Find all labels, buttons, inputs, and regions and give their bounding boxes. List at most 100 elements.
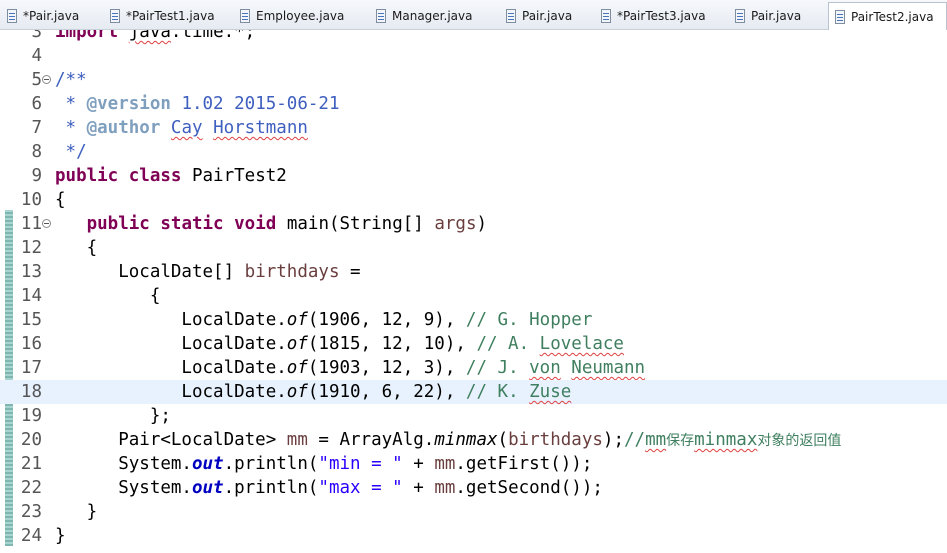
code-token: @version (86, 94, 171, 114)
code-line[interactable]: 17 LocalDate.of(1903, 12, 3), // J. von … (0, 356, 947, 380)
code-line[interactable]: 16 LocalDate.of(1815, 12, 10), // A. Lov… (0, 332, 947, 356)
code-line[interactable]: 19 }; (0, 404, 947, 428)
line-number: 9 (31, 166, 42, 186)
code-line[interactable]: 15 LocalDate.of(1906, 12, 9), // G. Hopp… (0, 308, 947, 332)
line-number: 22 (20, 478, 42, 498)
code-token: ); (602, 430, 624, 450)
code-token: of (286, 382, 308, 402)
code-token: ( (497, 430, 509, 450)
code-token: = ArrayAlg. (307, 430, 435, 450)
code-token: } (55, 526, 66, 546)
code-line[interactable]: 3 import java.time.*; (0, 30, 947, 44)
editor-tab-bar: *Pair.java *PairTest1.java Employee.java Ma… (0, 0, 947, 30)
java-file-icon (835, 9, 845, 24)
code-token: // K. (465, 382, 530, 402)
code-token: "max = " (318, 478, 403, 498)
java-file-icon (7, 9, 17, 23)
code-line[interactable]: 6 * @version 1.02 2015-06-21 (0, 92, 947, 116)
code-token: minmax (694, 430, 758, 450)
code-text: * @version 1.02 2015-06-21 (55, 92, 340, 116)
code-token: static (160, 214, 224, 234)
fold-toggle-icon[interactable] (42, 219, 51, 228)
code-token: (1906, 12, 9), (307, 310, 466, 330)
line-number: 15 (20, 310, 42, 330)
line-number: 6 (31, 94, 42, 114)
code-line[interactable]: 5 /** (0, 68, 947, 92)
tab-3[interactable]: Manager.java (370, 3, 500, 29)
code-token: Horstmann (213, 118, 308, 138)
code-token: 对象的返回值 (757, 433, 842, 449)
code-token: 保存 (666, 433, 695, 449)
line-number: 3 (31, 30, 42, 42)
code-text: } (55, 524, 66, 548)
code-token: // (623, 430, 646, 450)
code-token: Lovelace (539, 334, 624, 354)
code-token: of (286, 334, 308, 354)
code-token: Neumann (571, 358, 646, 378)
code-text: { (55, 188, 66, 212)
line-number: 18 (20, 382, 42, 402)
tab-label: PairTest2.java (851, 9, 934, 24)
tab-1[interactable]: *PairTest1.java (104, 3, 234, 29)
code-token: .getFirst()); (455, 454, 593, 474)
code-editor[interactable]: 3 import java.time.*; 4 5/** 6 * @version 1.… (0, 30, 947, 553)
code-text: public class PairTest2 (55, 164, 287, 188)
code-line[interactable]: 20 Pair<LocalDate> mm = ArrayAlg.minmax(… (0, 428, 947, 452)
code-text: public static void main(String[] args) (55, 212, 487, 236)
tab-4[interactable]: Pair.java (500, 3, 595, 29)
code-text: import java.time.*; (55, 30, 255, 44)
tab-0[interactable]: *Pair.java (1, 3, 104, 29)
code-line[interactable]: 14 { (0, 284, 947, 308)
code-line[interactable]: 8 */ (0, 140, 947, 164)
code-token: of (286, 310, 308, 330)
code-token: LocalDate. (55, 382, 287, 402)
line-number: 8 (31, 142, 42, 162)
code-token: Zuse (529, 382, 572, 402)
code-line[interactable]: 13 LocalDate[] birthdays = (0, 260, 947, 284)
code-token: .println( (223, 478, 319, 498)
code-token: mm (645, 430, 667, 450)
code-token: von (529, 358, 561, 378)
code-text: LocalDate[] birthdays = (55, 260, 360, 284)
code-token: public (55, 166, 119, 186)
line-number: 13 (20, 262, 42, 282)
code-line[interactable]: 21 System.out.println("min = " + mm.getF… (0, 452, 947, 476)
code-text: LocalDate.of(1903, 12, 3), // J. von Neu… (55, 356, 645, 380)
code-line[interactable]: 4 (0, 44, 947, 68)
code-token: minmax (434, 430, 498, 450)
code-token: + (402, 454, 435, 474)
tab-2[interactable]: Employee.java (234, 3, 370, 29)
tab-6[interactable]: Pair.java (729, 3, 828, 29)
code-line[interactable]: 9 public class PairTest2 (0, 164, 947, 188)
tab-label: *Pair.java (23, 9, 80, 23)
code-line[interactable]: 12 { (0, 236, 947, 260)
code-text: */ (55, 140, 87, 164)
fold-toggle-icon[interactable] (42, 75, 51, 84)
code-line[interactable]: 10 { (0, 188, 947, 212)
code-token: System. (55, 478, 192, 498)
code-token: out (191, 454, 224, 474)
code-line[interactable]: 22 System.out.println("max = " + mm.getS… (0, 476, 947, 500)
tab-label: Employee.java (256, 9, 345, 23)
code-token: { (55, 238, 98, 258)
tab-5[interactable]: *PairTest3.java (595, 3, 729, 29)
code-line[interactable]: 24} (0, 524, 947, 548)
code-line[interactable]: 7 * @author Cay Horstmann (0, 116, 947, 140)
tab-7[interactable]: PairTest2.java (828, 2, 947, 30)
code-token: * (55, 94, 87, 114)
code-token: } (55, 502, 98, 522)
line-number: 10 (20, 190, 42, 210)
java-file-icon (506, 9, 516, 23)
code-token: * (55, 118, 87, 138)
code-line[interactable]: 18 LocalDate.of(1910, 6, 22), // K. Zuse (0, 380, 947, 404)
line-number: 14 (20, 286, 42, 306)
code-text: LocalDate.of(1910, 6, 22), // K. Zuse (55, 380, 571, 404)
java-file-icon (735, 9, 745, 23)
code-line[interactable]: 23 } (0, 500, 947, 524)
code-line[interactable]: 11 public static void main(String[] args… (0, 212, 947, 236)
java-file-icon (376, 9, 386, 23)
tab-label: *PairTest3.java (617, 9, 706, 23)
code-token: .time.*; (170, 30, 256, 42)
code-text: } (55, 500, 98, 524)
